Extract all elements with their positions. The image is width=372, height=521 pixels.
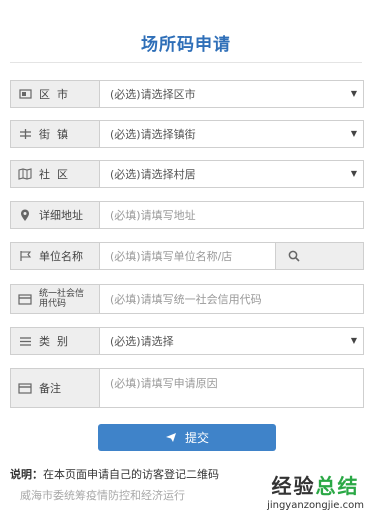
community-label: 社 区	[39, 168, 68, 181]
search-button[interactable]	[275, 243, 363, 269]
district-select[interactable]: 区 市 (必选)请选择区市 ▼	[10, 80, 364, 108]
note-text: 在本页面申请自己的访客登记二维码	[43, 468, 219, 481]
unit-name-label: 单位名称	[39, 250, 83, 263]
mailbox-icon	[18, 87, 32, 101]
card-icon	[18, 381, 32, 395]
community-label-box: 社 区	[11, 161, 100, 187]
submit-button[interactable]: 提交	[98, 424, 276, 451]
unit-name-row: 单位名称 (必填)请填写单位名称/店	[10, 242, 364, 270]
district-value[interactable]: (必选)请选择区市	[100, 81, 363, 107]
send-icon	[165, 432, 177, 443]
note-prefix: 说明：	[10, 468, 43, 481]
community-select[interactable]: 社 区 (必选)请选择村居 ▼	[10, 160, 364, 188]
note-line2: 威海市委统筹疫情防控和经济运行	[20, 489, 185, 502]
address-input[interactable]: (必填)请填写地址	[100, 202, 363, 228]
search-icon	[288, 247, 300, 266]
watermark: 经验总结 jingyanzongjie.com	[267, 470, 364, 511]
chevron-down-icon: ▼	[350, 336, 357, 345]
title-divider	[10, 62, 362, 63]
remark-textarea[interactable]: (必填)请填写申请原因	[100, 369, 363, 407]
street-label-box: 街 镇	[11, 121, 100, 147]
road-icon	[18, 127, 32, 141]
address-label: 详细地址	[39, 209, 83, 222]
credit-code-label-box: 统一社会信用代码	[11, 285, 100, 313]
map-icon	[18, 167, 32, 181]
list-icon	[18, 334, 32, 348]
location-pin-icon	[18, 208, 32, 222]
category-label-box: 类 别	[11, 328, 100, 354]
street-label: 街 镇	[39, 128, 68, 141]
page-title: 场所码申请	[141, 35, 231, 55]
unit-name-label-box: 单位名称	[11, 243, 100, 269]
card-icon	[18, 292, 32, 306]
chevron-down-icon: ▼	[350, 169, 357, 178]
credit-code-row: 统一社会信用代码 (必填)请填写统一社会信用代码	[10, 284, 364, 314]
street-select[interactable]: 街 镇 (必选)请选择镇街 ▼	[10, 120, 364, 148]
category-value[interactable]: (必选)请选择	[100, 328, 363, 354]
district-label: 区 市	[39, 88, 68, 101]
unit-name-input[interactable]: (必填)请填写单位名称/店	[100, 243, 275, 269]
address-row: 详细地址 (必填)请填写地址	[10, 201, 364, 229]
category-select[interactable]: 类 别 (必选)请选择 ▼	[10, 327, 364, 355]
credit-code-input[interactable]: (必填)请填写统一社会信用代码	[100, 285, 363, 313]
street-value[interactable]: (必选)请选择镇街	[100, 121, 363, 147]
submit-label: 提交	[184, 431, 209, 445]
note: 说明：在本页面申请自己的访客登记二维码	[10, 466, 219, 482]
chevron-down-icon: ▼	[350, 89, 357, 98]
category-label: 类 别	[39, 335, 68, 348]
flag-icon	[18, 249, 32, 263]
remark-row: 备注 (必填)请填写申请原因	[10, 368, 364, 408]
address-label-box: 详细地址	[11, 202, 100, 228]
district-label-box: 区 市	[11, 81, 100, 107]
credit-code-label: 统一社会信用代码	[39, 289, 85, 309]
remark-label: 备注	[39, 382, 61, 395]
community-value[interactable]: (必选)请选择村居	[100, 161, 363, 187]
watermark-text-a: 经验	[271, 474, 316, 498]
watermark-url: jingyanzongjie.com	[267, 500, 364, 511]
chevron-down-icon: ▼	[350, 129, 357, 138]
watermark-text-b: 总结	[315, 474, 360, 498]
remark-label-box: 备注	[11, 369, 100, 407]
